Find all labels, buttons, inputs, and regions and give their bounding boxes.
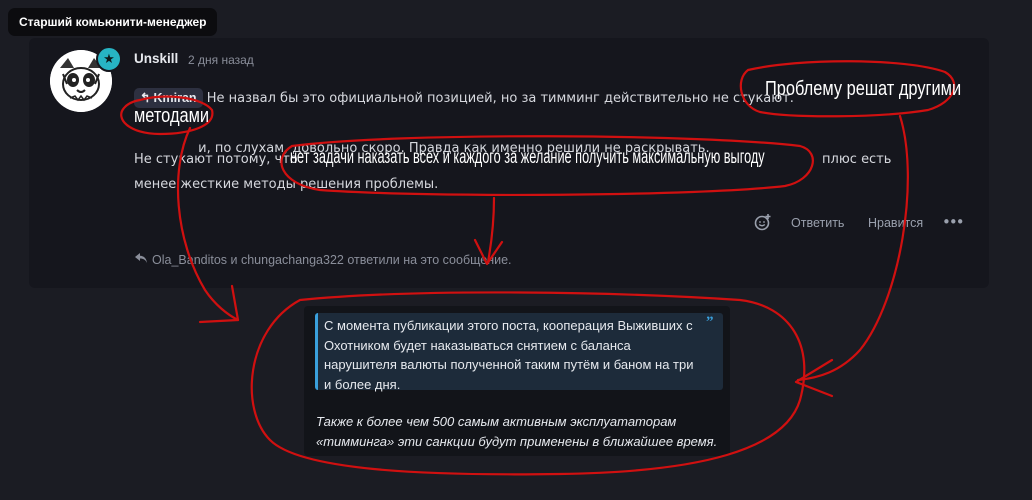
quote-mark-icon: ”	[706, 314, 714, 330]
like-button[interactable]: Нравится	[868, 213, 923, 233]
arrow-right-head	[794, 358, 834, 398]
paragraph-2-lead: Не стукают потому, что	[134, 152, 298, 167]
reply-arrow-icon	[134, 252, 148, 267]
handwritten-note-1-line2: методами	[134, 105, 210, 127]
more-options-button[interactable]: •••	[942, 213, 965, 233]
star-icon: ★	[96, 46, 122, 72]
reply-arrow-icon: ↰	[140, 91, 151, 105]
reply-button[interactable]: Ответить	[791, 213, 844, 233]
arrow-left-head	[198, 284, 240, 324]
replies-summary-text: Ola_Banditos и chungachanga322 ответили …	[152, 253, 512, 267]
replies-summary[interactable]: Ola_Banditos и chungachanga322 ответили …	[134, 252, 512, 267]
paragraph-1-text: Не назвал бы это официальной позицией, н…	[206, 91, 794, 106]
post-timestamp[interactable]: 2 дня назад	[188, 53, 254, 67]
quote-text: С момента публикации этого поста, коопер…	[324, 318, 694, 392]
handwritten-note-1-line1: Проблему решат другими	[765, 78, 962, 100]
emoji-add-icon[interactable]	[754, 213, 772, 233]
mention-name: Kmiran	[153, 91, 197, 105]
role-tooltip: Старший комьюнити-менеджер	[8, 8, 218, 36]
author-name[interactable]: Unskill	[134, 51, 178, 66]
quote-italic-text: Также к более чем 500 самым активным экс…	[316, 414, 718, 449]
handwritten-note-2: нет задачи наказать всех и каждого за же…	[290, 147, 765, 168]
